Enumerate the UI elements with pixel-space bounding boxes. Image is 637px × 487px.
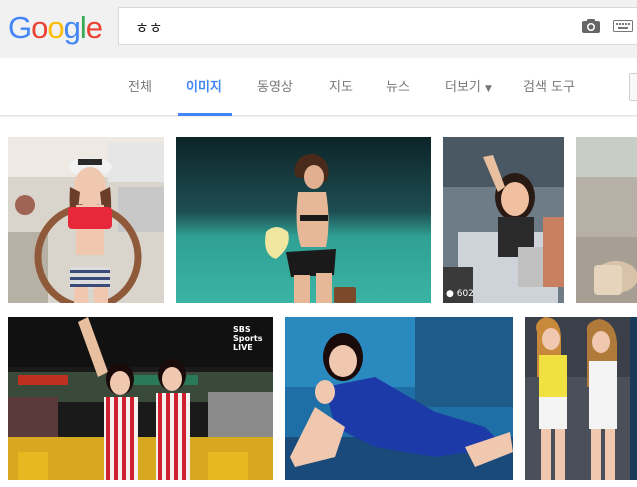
thumb-badge-text: 602	[456, 289, 474, 299]
image-result-5[interactable]: SBS Sports LIVE	[8, 317, 273, 480]
tab-videos[interactable]: 동영상	[257, 76, 293, 95]
header: Google ㅎㅎ	[0, 0, 637, 58]
image-result-4[interactable]	[576, 137, 637, 303]
chevron-down-icon: ▼	[485, 84, 492, 94]
search-query-text: ㅎㅎ	[135, 19, 163, 37]
tab-maps[interactable]: 지도	[329, 76, 353, 95]
tab-search-tools[interactable]: 검색 도구	[523, 76, 575, 95]
thumb-badge: ● 602	[446, 289, 474, 299]
tab-more-label: 더보기	[445, 80, 481, 95]
search-tabs: 전체 이미지 동영상 지도 뉴스 더보기 ▼ 검색 도구	[0, 58, 637, 116]
image-results-grid: ● 602 SBS Sports LIVE	[0, 117, 637, 487]
tab-news[interactable]: 뉴스	[386, 76, 410, 95]
broadcast-logo: SBS Sports LIVE	[233, 325, 263, 352]
image-result-6[interactable]	[285, 317, 513, 480]
tab-more[interactable]: 더보기 ▼	[445, 76, 492, 95]
google-logo[interactable]: Google	[8, 10, 103, 46]
tab-all[interactable]: 전체	[128, 76, 152, 95]
search-input[interactable]: ㅎㅎ	[118, 7, 637, 45]
keyboard-icon[interactable]	[613, 20, 633, 32]
image-result-3[interactable]: ● 602	[443, 137, 564, 303]
image-result-7[interactable]	[525, 317, 630, 480]
image-result-1[interactable]	[8, 137, 164, 303]
image-result-2[interactable]	[176, 137, 431, 303]
camera-icon[interactable]	[581, 18, 601, 34]
settings-button[interactable]	[629, 73, 637, 101]
tab-images[interactable]: 이미지	[186, 76, 222, 95]
logo-letter-g2: g	[63, 10, 81, 45]
logo-letter-o1: o	[31, 10, 48, 45]
active-tab-indicator	[178, 113, 232, 116]
image-result-8[interactable]	[630, 317, 637, 480]
logo-letter-e: e	[85, 10, 103, 45]
logo-letter-g: G	[8, 10, 32, 45]
logo-letter-o2: o	[47, 10, 64, 45]
